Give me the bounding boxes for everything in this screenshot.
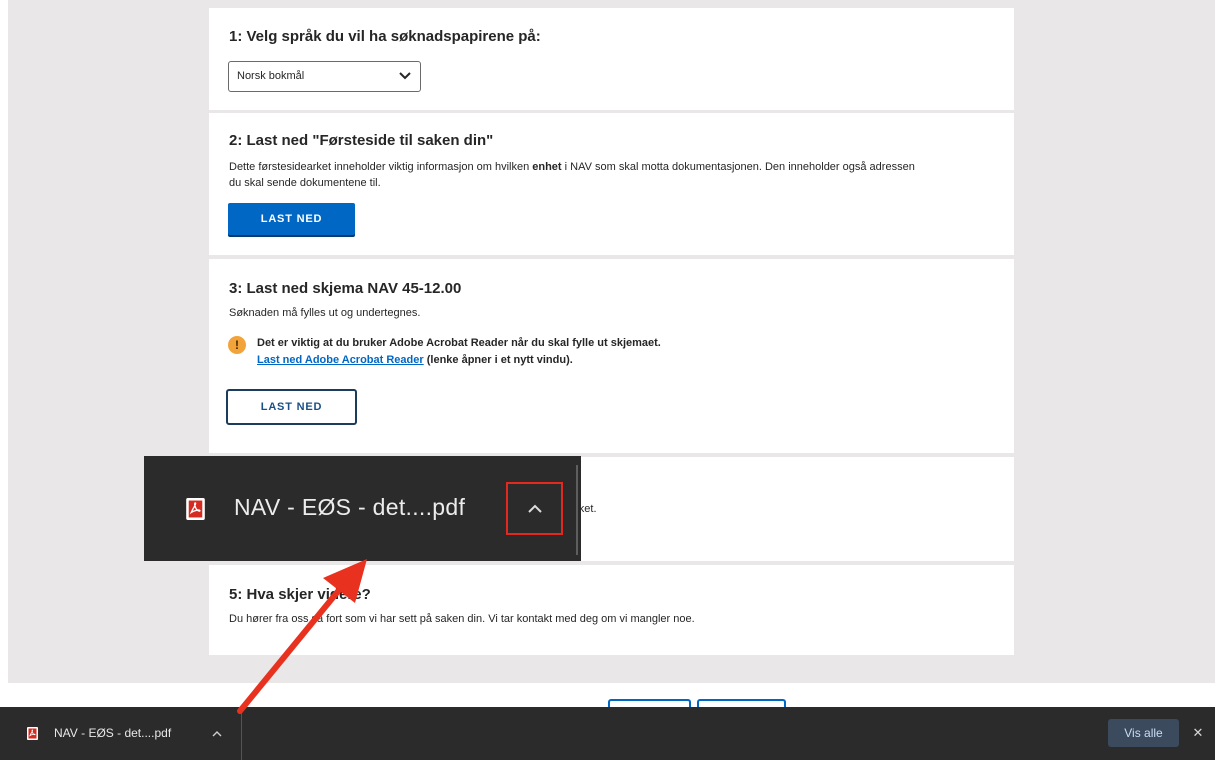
zoomed-download-item: NAV - EØS - det....pdf — [144, 456, 581, 561]
language-select[interactable]: Norsk bokmål — [228, 61, 421, 92]
step-1-panel: 1: Velg språk du vil ha søknadspapirene … — [209, 8, 1014, 110]
step-2-description: Dette førstesidearket inneholder viktig … — [229, 159, 999, 191]
step-2-text-line2: du skal sende dokumentene til. — [229, 177, 381, 189]
highlight-box — [506, 482, 563, 535]
step-3-panel: 3: Last ned skjema NAV 45-12.00 Søknaden… — [209, 259, 1014, 453]
step-2-title: 2: Last ned "Førsteside til saken din" — [229, 132, 494, 149]
step-1-title: 1: Velg språk du vil ha søknadspapirene … — [229, 28, 541, 45]
chevron-up-icon[interactable] — [207, 725, 227, 743]
warning-icon: ! — [228, 336, 246, 354]
step-2-panel: 2: Last ned "Førsteside til saken din" D… — [209, 113, 1014, 255]
warning-text: Det er viktig at du bruker Adobe Acrobat… — [257, 337, 661, 349]
step-5-title: 5: Hva skjer videre? — [229, 586, 371, 603]
adobe-reader-link[interactable]: Last ned Adobe Acrobat Reader — [257, 354, 424, 366]
zoomed-file-name: NAV - EØS - det....pdf — [234, 494, 466, 520]
step-3-title: 3: Last ned skjema NAV 45-12.00 — [229, 280, 462, 297]
download-item[interactable]: NAV - EØS - det....pdf — [0, 707, 242, 760]
step-3-description: Søknaden må fylles ut og undertegnes. — [229, 307, 421, 319]
step-2-text-bold: enhet — [532, 161, 562, 173]
download-cover-page-button[interactable]: LAST NED — [228, 203, 355, 235]
download-file-name: NAV - EØS - det....pdf — [54, 726, 172, 740]
download-form-button[interactable]: LAST NED — [226, 389, 357, 425]
language-select-value: Norsk bokmål — [237, 70, 305, 82]
zoom-divider — [576, 465, 578, 555]
pdf-file-icon — [186, 498, 205, 520]
step-2-text-end: i NAV som skal motta dokumentasjonen. De… — [561, 161, 915, 173]
show-all-button[interactable]: Vis alle — [1108, 719, 1179, 747]
step-2-text-start: Dette førstesidearket inneholder viktig … — [229, 161, 533, 173]
step-5-panel: 5: Hva skjer videre? Du hører fra oss så… — [209, 565, 1014, 655]
warning-message: Det er viktig at du bruker Adobe Acrobat… — [257, 335, 661, 369]
download-bar: NAV - EØS - det....pdf Vis alle ✕ — [0, 707, 1215, 760]
chevron-up-icon[interactable] — [522, 497, 548, 521]
close-icon[interactable]: ✕ — [1189, 724, 1207, 742]
pdf-file-icon — [27, 727, 38, 740]
step-5-description: Du hører fra oss så fort som vi har sett… — [229, 613, 695, 625]
chevron-down-icon — [399, 72, 411, 80]
link-suffix: (lenke åpner i et nytt vindu). — [423, 354, 573, 366]
